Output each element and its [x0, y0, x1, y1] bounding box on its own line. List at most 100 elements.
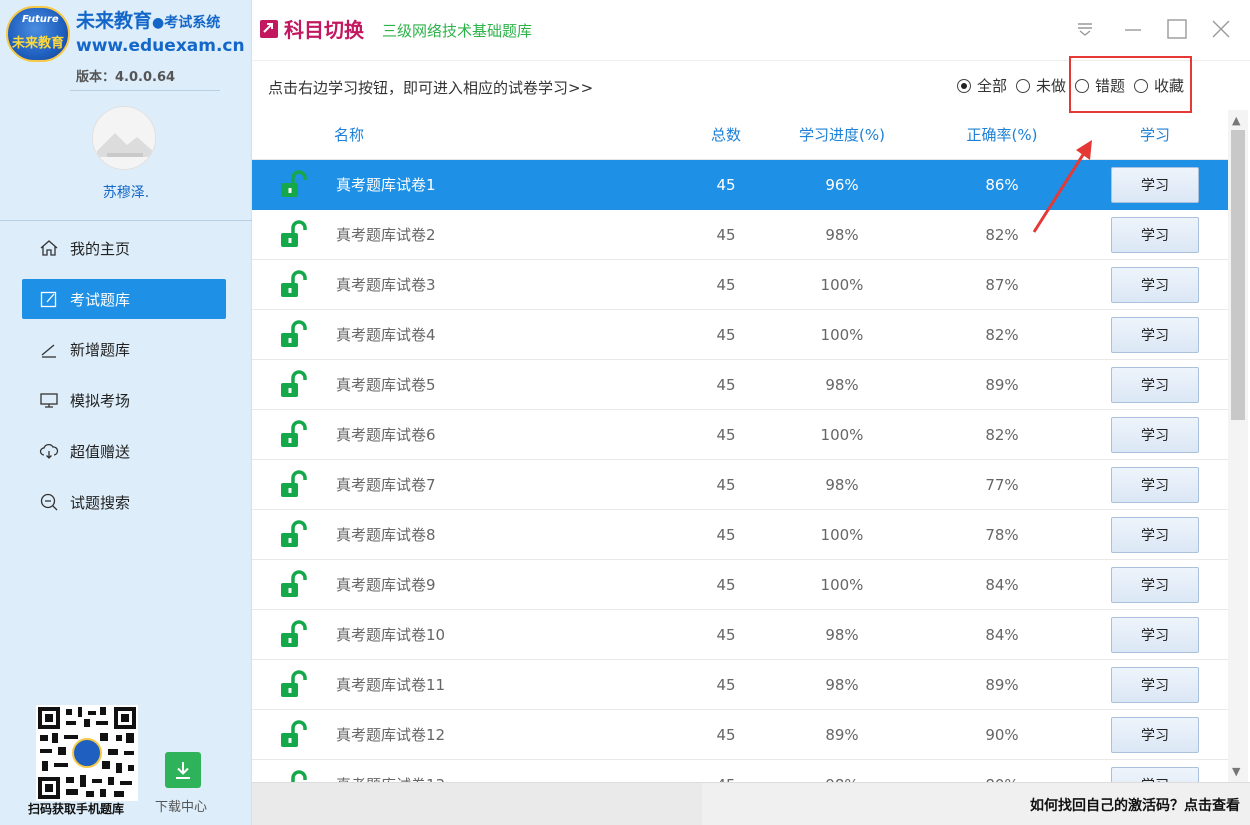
subject-switch-button[interactable]: 科目切换 — [284, 14, 364, 43]
lock-cell — [252, 419, 334, 450]
paper-total: 45 — [716, 525, 736, 544]
table-row[interactable]: 真考题库试卷4 45 100% 82% 学习 — [252, 310, 1228, 360]
paper-name: 真考题库试卷13 — [334, 774, 674, 782]
qr-label: 扫码获取手机题库 — [28, 802, 125, 816]
unlock-icon — [281, 269, 307, 297]
unlock-icon — [281, 719, 307, 747]
nav-item-search[interactable]: 试题搜索 — [22, 482, 226, 522]
table-row[interactable]: 真考题库试卷12 45 89% 90% 学习 — [252, 710, 1228, 760]
download-center-label[interactable]: 下载中心 — [155, 796, 207, 815]
maximize-button[interactable] — [1162, 14, 1192, 44]
minimize-button[interactable] — [1118, 14, 1148, 44]
study-button[interactable]: 学习 — [1111, 766, 1199, 782]
study-button[interactable]: 学习 — [1111, 216, 1199, 253]
study-button[interactable]: 学习 — [1111, 566, 1199, 603]
paper-total: 45 — [716, 425, 736, 444]
nav-item-add-bank[interactable]: 新增题库 — [22, 329, 226, 369]
avatar-image-icon — [93, 107, 155, 169]
paper-progress: 98% — [825, 225, 859, 244]
avatar[interactable] — [92, 106, 156, 170]
paper-name: 真考题库试卷4 — [336, 326, 436, 344]
unlock-icon — [281, 219, 307, 247]
study-button[interactable]: 学习 — [1111, 316, 1199, 353]
divider — [0, 220, 252, 221]
divider — [70, 90, 220, 91]
table-row[interactable]: 真考题库试卷7 45 98% 77% 学习 — [252, 460, 1228, 510]
paper-name: 真考题库试卷8 — [336, 526, 436, 544]
paper-progress: 100% — [820, 325, 864, 344]
vertical-scrollbar[interactable]: ▲ ▼ — [1228, 110, 1248, 782]
lock-cell — [252, 269, 334, 300]
paper-progress: 98% — [825, 375, 859, 394]
table-row[interactable]: 真考题库试卷134598%80%学习 — [252, 760, 1228, 782]
nav-item-bonus[interactable]: 超值赠送 — [22, 431, 226, 471]
table-row[interactable]: 真考题库试卷5 45 98% 89% 学习 — [252, 360, 1228, 410]
study-button[interactable]: 学习 — [1111, 366, 1199, 403]
brand-suffix: ●考试系统 — [152, 15, 221, 31]
study-cell: 学习 — [1082, 516, 1228, 553]
unlock-icon — [281, 369, 307, 397]
title-bar: 科目切换 三级网络技术基础题库 — [252, 0, 1250, 58]
filter-all-radio[interactable]: 全部 — [957, 75, 1007, 96]
lock-cell — [252, 619, 334, 650]
study-button[interactable]: 学习 — [1111, 516, 1199, 553]
study-button[interactable]: 学习 — [1111, 166, 1199, 203]
paper-name: 真考题库试卷11 — [336, 676, 446, 694]
lock-cell — [252, 569, 334, 600]
paper-accuracy: 82% — [985, 425, 1019, 444]
scroll-down-icon[interactable]: ▼ — [1232, 765, 1240, 778]
highlight-box — [1069, 56, 1192, 113]
paper-total: 45 — [716, 325, 736, 344]
sidebar: Future 未来教育 未来教育●考试系统 www.eduexam.cn 版本：… — [0, 0, 252, 825]
minimize-icon — [1125, 29, 1141, 31]
paper-progress: 100% — [820, 425, 864, 444]
unlock-icon — [281, 169, 307, 197]
table-row[interactable]: 真考题库试卷3 45 100% 87% 学习 — [252, 260, 1228, 310]
study-cell: 学习 — [1082, 616, 1228, 653]
filter-undone-radio[interactable]: 未做 — [1016, 75, 1066, 96]
lock-cell — [252, 669, 334, 700]
annotation-arrow-icon — [1032, 140, 1092, 233]
table-row[interactable]: 真考题库试卷11 45 98% 89% 学习 — [252, 660, 1228, 710]
maximize-icon — [1167, 19, 1187, 39]
unlock-icon — [281, 619, 307, 647]
table-row[interactable]: 真考题库试卷8 45 100% 78% 学习 — [252, 510, 1228, 560]
paper-total: 45 — [716, 475, 736, 494]
paper-name: 真考题库试卷10 — [336, 626, 446, 644]
paper-name: 真考题库试卷5 — [336, 376, 436, 394]
paper-total: 45 — [716, 225, 736, 244]
activation-code-help-link[interactable]: 如何找回自己的激活码？点击查看 — [1030, 795, 1240, 815]
switch-icon[interactable] — [260, 20, 278, 38]
logo-text-top: Future — [22, 14, 59, 25]
study-button[interactable]: 学习 — [1111, 666, 1199, 703]
nav-label: 新增题库 — [70, 340, 131, 359]
nav-item-exam-bank[interactable]: 考试题库 — [22, 279, 226, 319]
lock-cell — [252, 769, 334, 782]
table-row[interactable]: 真考题库试卷9 45 100% 84% 学习 — [252, 560, 1228, 610]
study-cell: 学习 — [1082, 316, 1228, 353]
scroll-thumb[interactable] — [1231, 130, 1245, 420]
unlock-icon — [281, 419, 307, 447]
scroll-up-icon[interactable]: ▲ — [1232, 114, 1240, 127]
study-button[interactable]: 学习 — [1111, 616, 1199, 653]
table-row[interactable]: 真考题库试卷6 45 100% 82% 学习 — [252, 410, 1228, 460]
nav-item-home[interactable]: 我的主页 — [22, 228, 226, 268]
study-button[interactable]: 学习 — [1111, 416, 1199, 453]
table-row[interactable]: 真考题库试卷10 45 98% 84% 学习 — [252, 610, 1228, 660]
paper-name: 真考题库试卷12 — [336, 726, 446, 744]
menu-button[interactable] — [1070, 14, 1100, 44]
study-cell: 学习 — [1082, 766, 1228, 782]
hint-text: 点击右边学习按钮，即可进入相应的试卷学习>> — [268, 79, 594, 97]
study-button[interactable]: 学习 — [1111, 716, 1199, 753]
study-button[interactable]: 学习 — [1111, 266, 1199, 303]
lock-cell — [252, 169, 334, 200]
paper-name: 真考题库试卷3 — [336, 276, 436, 294]
monitor-icon — [38, 389, 60, 411]
nav-item-mock-exam[interactable]: 模拟考场 — [22, 380, 226, 420]
close-button[interactable] — [1206, 14, 1236, 44]
download-center-button[interactable] — [165, 752, 201, 788]
nav-label: 试题搜索 — [70, 493, 131, 512]
paper-name: 真考题库试卷6 — [336, 426, 436, 444]
study-button[interactable]: 学习 — [1111, 466, 1199, 503]
unlock-icon — [291, 769, 307, 782]
